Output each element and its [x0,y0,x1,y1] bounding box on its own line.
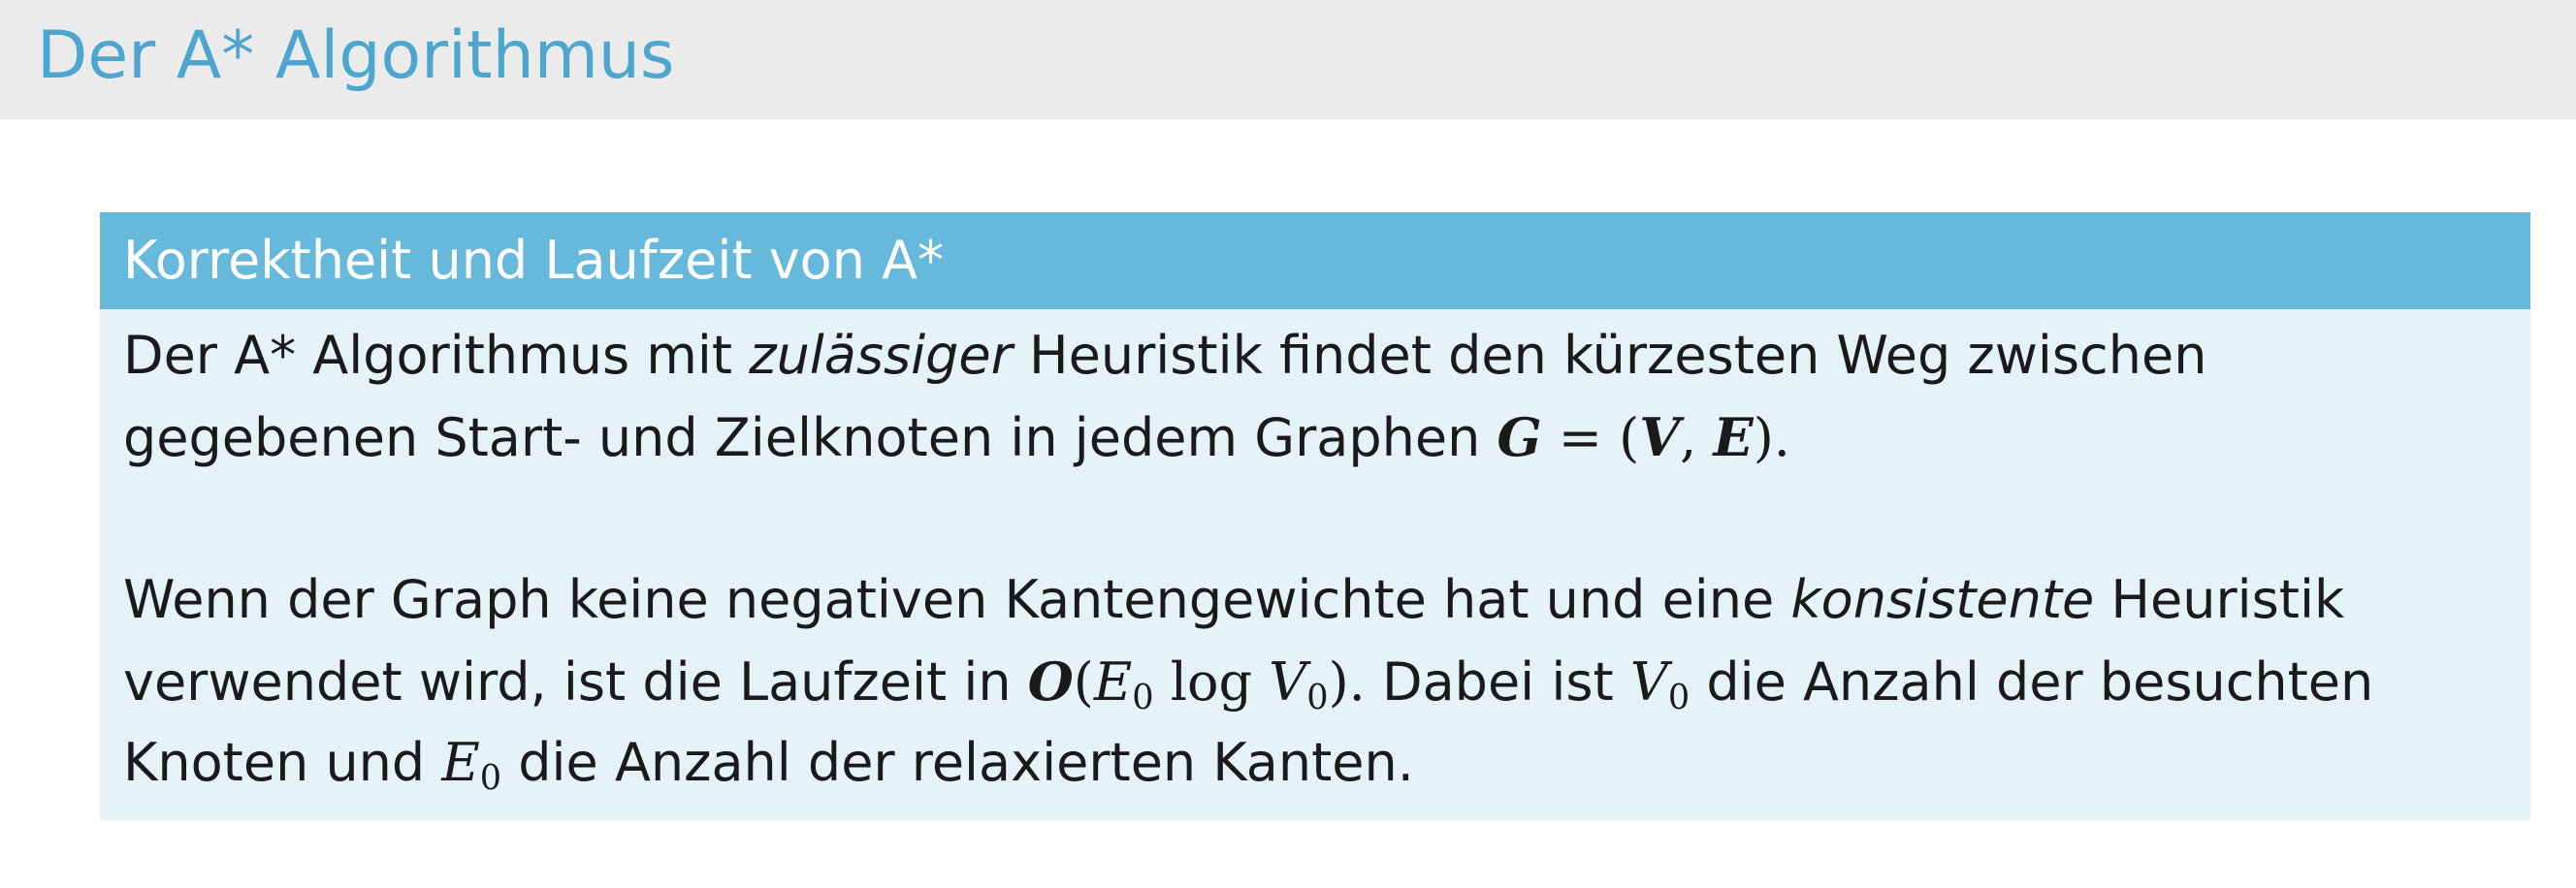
math-V0: V [1629,651,1668,713]
paragraph-1-line-2: gegebenen Start- und Zielknoten in jedem… [123,396,2507,478]
text: Dabei ist [1365,651,1630,713]
text: Der A* Algorithmus mit [123,325,750,386]
text: Wenn der Graph keine negativen Kantengew… [123,569,1791,630]
math-sub: 0 [1667,677,1690,717]
paragraph-2-line-2: verwendet wird, ist die Laufzeit in O(E0… [123,641,2507,722]
emphasis-konsistente: konsistente [1790,569,2095,630]
text: gegebenen Start- und Zielknoten in jedem… [123,407,1497,468]
math-comma: , [1680,407,1714,468]
frame-title-bar: Der A* Algorithmus [0,0,2576,119]
math-V: V [1639,406,1681,468]
block-body: Der A* Algorithmus mit zulässiger Heuris… [100,309,2530,804]
math-log: log [1153,651,1270,713]
text: die Anzahl der relaxierten Kanten. [501,732,1414,793]
emphasis-zulaessiger: zulässiger [749,325,1013,386]
paragraph-2-line-3: Knoten und E0 die Anzahl der relaxierten… [123,722,2507,804]
math-close: ). [1753,407,1790,468]
math-sub: 0 [1306,677,1329,717]
text: Knoten und [123,732,442,793]
math-sub: 0 [1132,677,1154,717]
math-open: ( [1073,651,1094,713]
paragraph-1-line-1: Der A* Algorithmus mit zulässiger Heuris… [123,315,2507,396]
math-E: E [1093,651,1133,713]
math-E0: E [441,732,480,793]
text: verwendet wird, ist die Laufzeit in [123,651,1028,713]
graph-formula: G = (V, E). [1497,406,1790,468]
math-sub: 0 [479,757,502,798]
block-title: Korrektheit und Laufzeit von A* [100,212,2530,309]
math-V: V [1269,651,1307,713]
theorem-block: Korrektheit und Laufzeit von A* Der A* A… [100,212,2530,820]
text: Heuristik findet den kürzesten Weg zwisc… [1012,325,2207,386]
runtime-formula: O(E0 log V0). [1027,650,1366,714]
frame-title: Der A* Algorithmus [37,17,675,94]
text: Heuristik [2094,569,2345,630]
text: die Anzahl der besuchten [1690,651,2374,713]
math-close: ). [1328,651,1366,713]
math-G: G [1497,406,1542,468]
math-E: E [1713,406,1754,468]
paragraph-2-line-1: Wenn der Graph keine negativen Kantengew… [123,559,2507,641]
math-eq: = ( [1541,407,1640,468]
math-O: O [1027,650,1074,713]
